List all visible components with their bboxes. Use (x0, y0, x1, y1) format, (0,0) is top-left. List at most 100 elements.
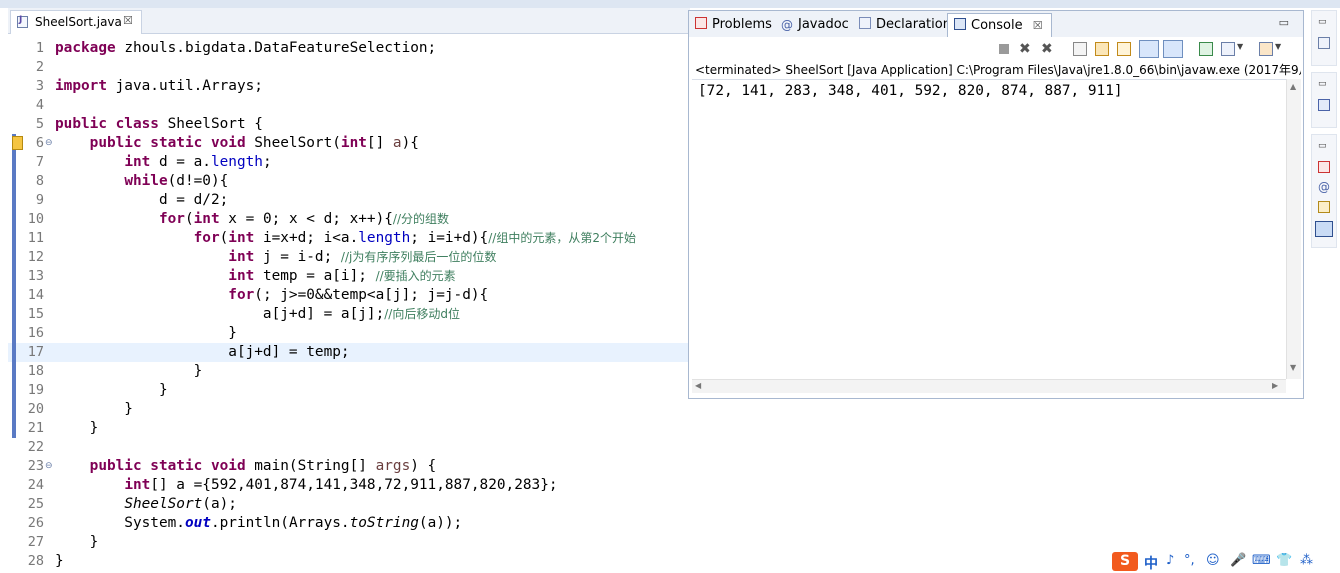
code-line[interactable]: 6 ⊖ public static void SheelSort(int[] a)… (8, 134, 690, 153)
code-line[interactable]: 21 } (8, 419, 690, 438)
code-line[interactable]: 13 int temp = a[i]; //要插入的元素 (8, 267, 690, 286)
code-text[interactable]: public class SheelSort { (55, 115, 263, 134)
fold-toggle-icon[interactable]: ⊖ (45, 458, 53, 475)
code-line[interactable]: 20 } (8, 400, 690, 419)
code-text[interactable]: } (55, 324, 237, 343)
remove-all-launches-icon[interactable]: ✖ (1041, 42, 1055, 56)
toolbox-icon[interactable]: ⁂ (1300, 553, 1313, 568)
keyboard-icon[interactable]: ⌨ (1252, 553, 1271, 568)
code-text[interactable]: int[] a ={592,401,874,141,348,72,911,887… (55, 476, 557, 495)
tab-problems[interactable]: Problems (695, 13, 772, 37)
code-line[interactable]: 1 package zhouls.bigdata.DataFeatureSelec… (8, 39, 690, 58)
code-text[interactable]: } (55, 552, 64, 571)
console-icon[interactable] (1315, 221, 1333, 237)
scroll-right-icon[interactable]: ▶ (1272, 381, 1278, 390)
code-line[interactable]: 2 (8, 58, 690, 77)
code-line[interactable]: 5 public class SheelSort { (8, 115, 690, 134)
at-sign-icon[interactable]: @ (1318, 181, 1330, 193)
chevron-down-icon[interactable]: ▼ (1275, 42, 1289, 56)
tab-declaration[interactable]: Declaration (859, 13, 951, 37)
code-line[interactable]: 25 SheelSort(a); (8, 495, 690, 514)
punctuation-icon[interactable]: °, (1184, 553, 1195, 568)
open-console-icon[interactable] (1259, 42, 1273, 56)
code-line[interactable]: 7 int d = a.length; (8, 153, 690, 172)
code-line[interactable]: 19 } (8, 381, 690, 400)
code-text[interactable]: public static void SheelSort(int[] a){ (55, 134, 419, 153)
code-text[interactable]: public static void main(String[] args) { (55, 457, 437, 476)
code-line[interactable]: 10 for(int x = 0; x < d; x++){//分的组数 (8, 210, 690, 229)
code-line[interactable]: 22 (8, 438, 690, 457)
code-line[interactable]: 23 ⊖ public static void main(String[] arg… (8, 457, 690, 476)
code-text[interactable]: for(int i=x+d; i<a.length; i=i+d){//组中的元… (55, 229, 636, 248)
code-text[interactable]: package zhouls.bigdata.DataFeatureSelect… (55, 39, 436, 58)
code-line[interactable]: 17 a[j+d] = temp; (8, 343, 690, 362)
code-line[interactable]: 16 } (8, 324, 690, 343)
editor-tab-sheelsort[interactable]: SheelSort.java ☒ (10, 10, 142, 34)
show-console-on-stdout-icon[interactable] (1139, 40, 1159, 58)
chevron-down-icon[interactable]: ▼ (1237, 42, 1251, 56)
code-line[interactable]: 28} (8, 552, 690, 571)
display-selected-console-icon[interactable] (1221, 42, 1235, 56)
code-line[interactable]: 8 while(d!=0){ (8, 172, 690, 191)
close-icon[interactable]: ☒ (1033, 19, 1043, 32)
restore-icon[interactable]: ▭ (1318, 79, 1330, 91)
code-line[interactable]: 27 } (8, 533, 690, 552)
terminate-icon[interactable] (999, 44, 1009, 54)
code-line[interactable]: 4 (8, 96, 690, 115)
code-line[interactable]: 18 } (8, 362, 690, 381)
code-text[interactable]: while(d!=0){ (55, 172, 228, 191)
code-line[interactable]: 15 a[j+d] = a[j];//向后移动d位 (8, 305, 690, 324)
code-text[interactable]: } (55, 533, 99, 552)
code-text[interactable]: a[j+d] = temp; (55, 343, 349, 362)
scroll-up-icon[interactable]: ▲ (1290, 82, 1296, 91)
remove-launch-icon[interactable]: ✖ (1019, 42, 1033, 56)
scroll-lock-icon[interactable] (1095, 42, 1109, 56)
declaration-icon[interactable] (1318, 201, 1330, 213)
tab-console[interactable]: Console ☒ (947, 13, 1052, 37)
code-text[interactable]: SheelSort(a); (55, 495, 237, 514)
horizontal-scrollbar[interactable]: ◀ ▶ (692, 379, 1286, 393)
pin-console-icon[interactable] (1199, 42, 1213, 56)
word-wrap-icon[interactable] (1117, 42, 1131, 56)
code-line[interactable]: 26 System.out.println(Arrays.toString(a)… (8, 514, 690, 533)
code-text[interactable]: } (55, 362, 203, 381)
code-editor[interactable]: SheelSort.java ☒ 1 package zhouls.bigdata… (8, 8, 690, 571)
scroll-left-icon[interactable]: ◀ (695, 381, 701, 390)
code-line[interactable]: 24 int[] a ={592,401,874,141,348,72,911,… (8, 476, 690, 495)
minimize-view-icon[interactable]: ▭ (1279, 16, 1289, 29)
code-text[interactable]: int j = i-d; //j为有序序列最后一位的位数 (55, 248, 496, 267)
restore-icon[interactable]: ▭ (1318, 141, 1330, 153)
code-text[interactable]: } (55, 381, 168, 400)
moon-icon[interactable]: ♪ (1166, 553, 1174, 568)
clear-console-icon[interactable] (1073, 42, 1087, 56)
sogou-logo[interactable]: S (1112, 552, 1138, 571)
code-text[interactable]: int d = a.length; (55, 153, 271, 172)
code-text[interactable]: a[j+d] = a[j];//向后移动d位 (55, 305, 460, 324)
code-text[interactable]: } (55, 400, 133, 419)
skin-icon[interactable]: 👕 (1276, 553, 1292, 568)
code-area[interactable]: 1 package zhouls.bigdata.DataFeatureSelec… (8, 39, 690, 571)
fold-toggle-icon[interactable]: ⊖ (45, 135, 53, 152)
code-line[interactable]: 12 int j = i-d; //j为有序序列最后一位的位数 (8, 248, 690, 267)
microphone-icon[interactable]: 🎤 (1230, 553, 1246, 568)
hierarchy-icon[interactable] (1318, 99, 1330, 111)
code-text[interactable]: } (55, 419, 99, 438)
close-icon[interactable]: ☒ (123, 14, 133, 27)
show-console-on-stderr-icon[interactable] (1163, 40, 1183, 58)
emoji-icon[interactable]: ☺ (1206, 553, 1220, 568)
tab-javadoc[interactable]: @ Javadoc (781, 13, 849, 37)
outline-icon[interactable] (1318, 37, 1330, 49)
console-output-area[interactable]: [72, 141, 283, 348, 401, 592, 820, 874, … (692, 79, 1286, 379)
code-text[interactable]: int temp = a[i]; //要插入的元素 (55, 267, 455, 286)
code-line[interactable]: 11 for(int i=x+d; i<a.length; i=i+d){//组… (8, 229, 690, 248)
code-text[interactable]: System.out.println(Arrays.toString(a)); (55, 514, 462, 533)
code-text[interactable]: d = d/2; (55, 191, 228, 210)
scroll-down-icon[interactable]: ▼ (1290, 363, 1296, 372)
code-line[interactable]: 3 import java.util.Arrays; (8, 77, 690, 96)
code-text[interactable]: import java.util.Arrays; (55, 77, 263, 96)
restore-icon[interactable]: ▭ (1318, 17, 1330, 29)
problems-icon[interactable] (1318, 161, 1330, 173)
vertical-scrollbar[interactable]: ▲ ▼ (1286, 79, 1301, 379)
code-line[interactable]: 14 for(; j>=0&&temp<a[j]; j=j-d){ (8, 286, 690, 305)
ime-mode-indicator[interactable]: 中 (1144, 553, 1158, 573)
